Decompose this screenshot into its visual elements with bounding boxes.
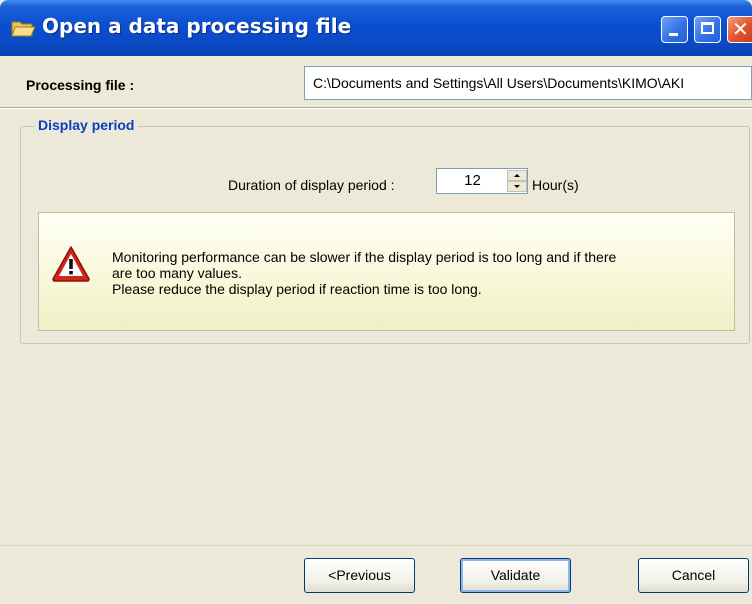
cancel-button[interactable]: Cancel bbox=[638, 558, 749, 593]
open-folder-icon bbox=[11, 21, 36, 37]
header-separator bbox=[0, 107, 752, 109]
warning-line: Please reduce the display period if reac… bbox=[112, 281, 482, 297]
dialog-window: Open a data processing file ✕ Processing… bbox=[0, 0, 752, 604]
close-icon: ✕ bbox=[732, 17, 749, 41]
validate-button[interactable]: Validate bbox=[460, 558, 571, 593]
warning-line: are too many values. bbox=[112, 265, 242, 281]
duration-unit: Hour(s) bbox=[532, 177, 579, 193]
processing-file-label: Processing file : bbox=[26, 77, 135, 93]
maximize-button[interactable] bbox=[694, 16, 721, 43]
duration-spinner[interactable]: 12 bbox=[436, 168, 528, 194]
spinner-up-button[interactable] bbox=[507, 170, 527, 181]
duration-label: Duration of display period : bbox=[228, 177, 395, 193]
display-period-legend: Display period bbox=[34, 117, 139, 133]
minimize-button[interactable] bbox=[661, 16, 688, 43]
spinner-down-button[interactable] bbox=[507, 181, 527, 192]
warning-message: Monitoring performance can be slower if … bbox=[112, 249, 722, 297]
warning-line: Monitoring performance can be slower if … bbox=[112, 249, 617, 265]
duration-value[interactable]: 12 bbox=[445, 172, 500, 189]
window-title: Open a data processing file bbox=[42, 14, 352, 38]
close-button[interactable]: ✕ bbox=[727, 16, 752, 43]
footer-separator bbox=[0, 545, 752, 546]
minimize-icon bbox=[669, 33, 678, 36]
processing-file-path-field[interactable]: C:\Documents and Settings\All Users\Docu… bbox=[304, 66, 752, 100]
processing-file-path: C:\Documents and Settings\All Users\Docu… bbox=[313, 75, 685, 91]
previous-button[interactable]: <Previous bbox=[304, 558, 415, 593]
maximize-icon bbox=[701, 22, 714, 34]
warning-panel: Monitoring performance can be slower if … bbox=[38, 212, 735, 331]
warning-triangle-icon bbox=[52, 246, 90, 282]
title-bar[interactable]: Open a data processing file ✕ bbox=[0, 0, 752, 56]
